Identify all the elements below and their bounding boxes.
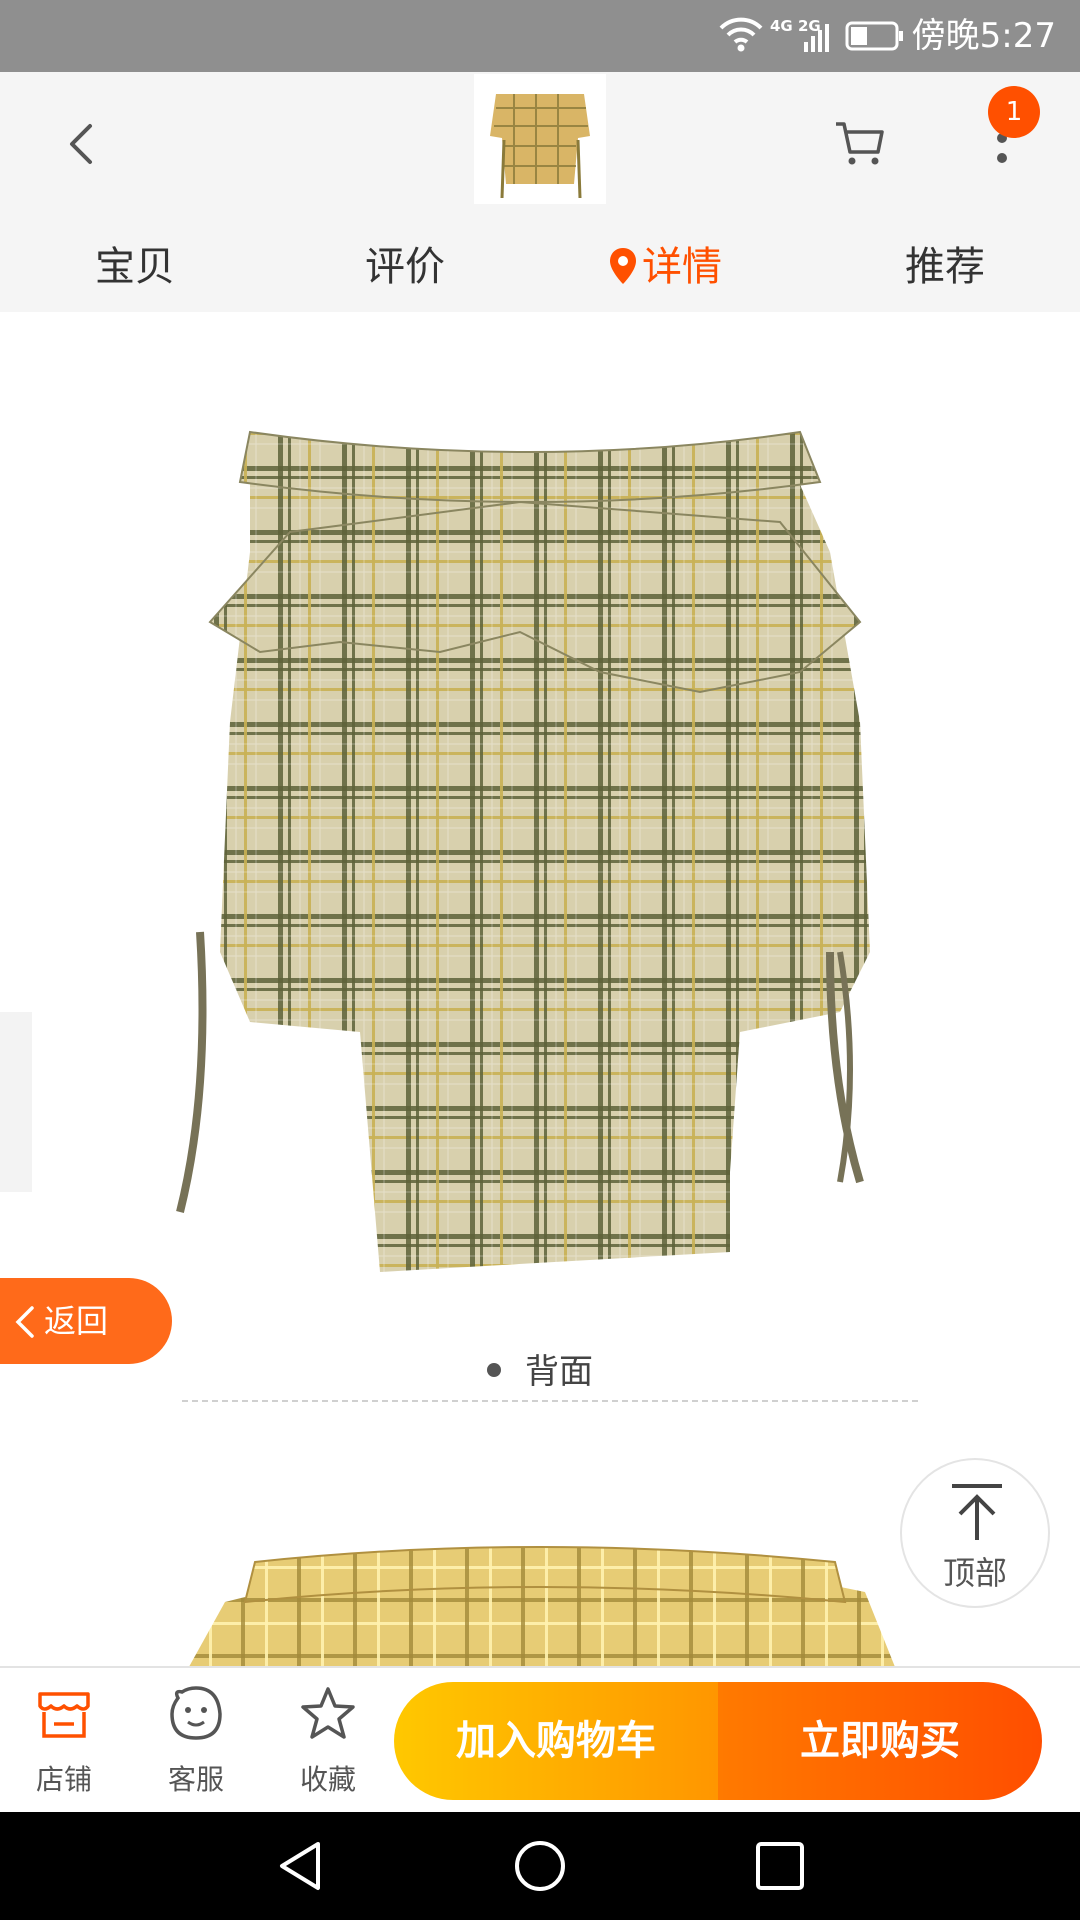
return-label: 返回 bbox=[44, 1302, 109, 1340]
tab-reviews[interactable]: 评价 bbox=[330, 222, 480, 312]
customer-service-button[interactable]: 客服 bbox=[146, 1684, 246, 1800]
favorite-label: 收藏 bbox=[299, 1763, 356, 1796]
favorite-button[interactable]: 收藏 bbox=[278, 1684, 378, 1800]
tab-details[interactable]: 详情 bbox=[590, 222, 740, 312]
cart-badge: 1 bbox=[988, 86, 1040, 138]
product-header: 1 宝贝 评价 详情 推荐 bbox=[0, 72, 1080, 312]
dashed-divider bbox=[182, 1400, 918, 1402]
back-to-top-button[interactable]: 顶部 bbox=[900, 1458, 1050, 1608]
back-to-top-label: 顶部 bbox=[942, 1554, 1007, 1592]
bottom-action-bar: 店铺 客服 收藏 加入购物车 立即购买 bbox=[0, 1666, 1080, 1812]
shop-label: 店铺 bbox=[35, 1763, 92, 1796]
image-caption: 背面 bbox=[0, 1342, 1080, 1402]
status-time: 傍晚5:27 bbox=[911, 16, 1056, 56]
detail-content[interactable]: 背面 bbox=[0, 312, 1080, 1666]
signal-icon bbox=[804, 24, 829, 52]
caption-text: 背面 bbox=[525, 1352, 593, 1392]
nav-recent-apps-icon[interactable] bbox=[752, 1838, 808, 1894]
location-pin-icon bbox=[610, 248, 636, 284]
nav-home-icon[interactable] bbox=[512, 1838, 568, 1894]
arrow-up-icon bbox=[952, 1484, 1002, 1540]
wifi-icon bbox=[719, 17, 763, 52]
shop-icon bbox=[38, 1692, 90, 1738]
nav-back-icon[interactable] bbox=[272, 1838, 328, 1894]
tab-bar: 宝贝 评价 详情 推荐 bbox=[0, 222, 1080, 312]
tab-product[interactable]: 宝贝 bbox=[60, 222, 210, 312]
back-arrow-icon[interactable] bbox=[52, 114, 112, 174]
status-bar: 4G 2G 傍晚5:27 bbox=[0, 0, 1080, 72]
cart-icon[interactable] bbox=[830, 112, 890, 172]
shop-button[interactable]: 店铺 bbox=[14, 1684, 114, 1800]
tab-details-label: 详情 bbox=[642, 244, 722, 290]
product-thumbnail[interactable] bbox=[474, 74, 606, 204]
customer-service-icon bbox=[170, 1686, 222, 1740]
product-next-image bbox=[189, 1546, 895, 1666]
return-button[interactable]: 返回 bbox=[0, 1278, 172, 1364]
add-to-cart-button[interactable]: 加入购物车 bbox=[394, 1682, 718, 1800]
system-navigation-bar bbox=[0, 1812, 1080, 1920]
customer-service-label: 客服 bbox=[167, 1763, 224, 1796]
product-back-image bbox=[176, 430, 870, 1272]
tab-recommend[interactable]: 推荐 bbox=[870, 222, 1020, 312]
side-edge-shadow bbox=[0, 1012, 32, 1192]
caption-bullet bbox=[487, 1363, 501, 1377]
battery-icon bbox=[845, 21, 903, 51]
star-icon bbox=[301, 1687, 355, 1739]
chevron-left-icon bbox=[15, 1306, 34, 1338]
buy-now-button[interactable]: 立即购买 bbox=[718, 1682, 1042, 1800]
